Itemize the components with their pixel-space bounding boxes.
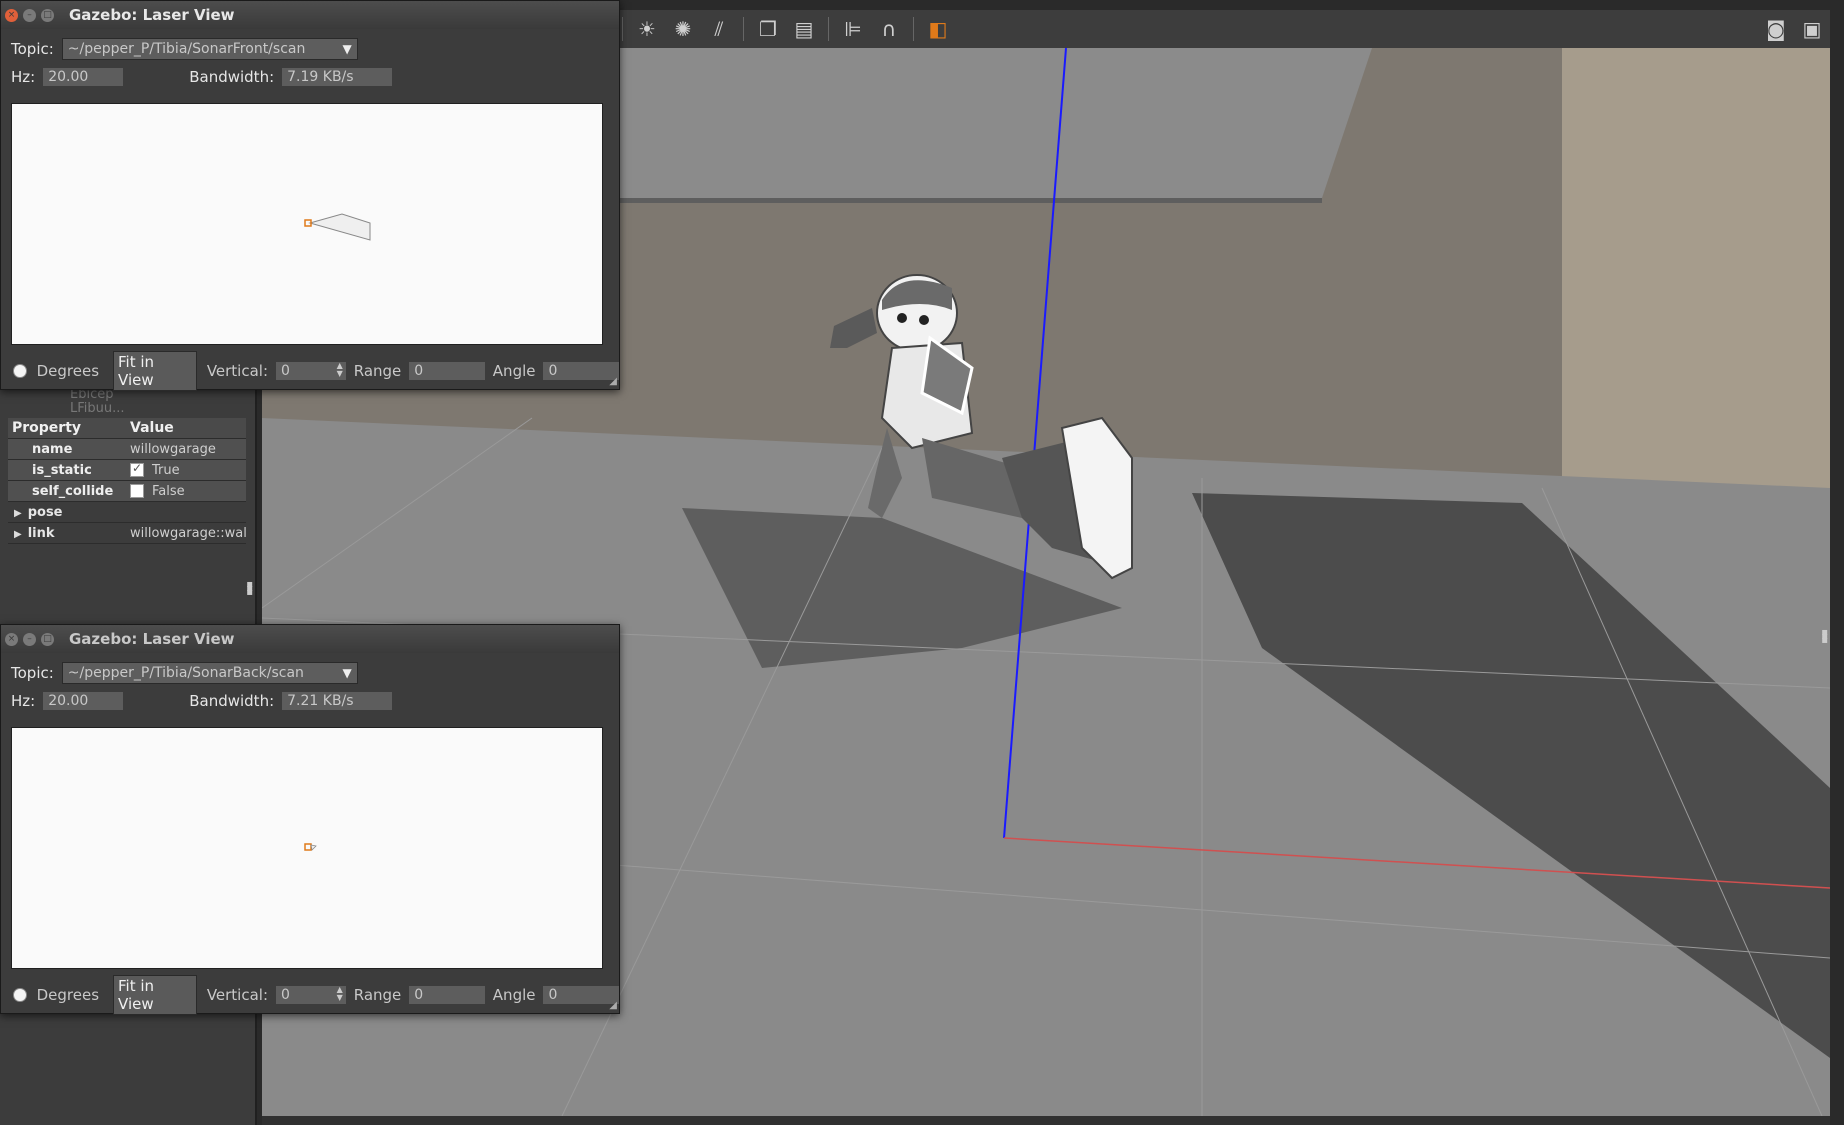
vertical-label: Vertical: bbox=[206, 986, 269, 1004]
dialog-title: Gazebo: Laser View bbox=[69, 6, 235, 24]
resize-grip-icon[interactable]: ◢ bbox=[609, 1000, 617, 1011]
spotlight-icon[interactable]: ✺ bbox=[672, 17, 694, 41]
hz-field: 20.00 bbox=[43, 68, 124, 86]
laser-canvas[interactable] bbox=[11, 103, 603, 345]
topic-label: Topic: bbox=[11, 40, 54, 58]
laser-canvas[interactable] bbox=[11, 727, 603, 969]
fit-in-view-button[interactable]: Fit in View bbox=[113, 975, 197, 1015]
sun-icon[interactable]: ☀ bbox=[636, 17, 658, 41]
expand-arrow-icon[interactable]: ▶ bbox=[14, 508, 22, 519]
topic-label: Topic: bbox=[11, 664, 54, 682]
degrees-radio[interactable] bbox=[13, 988, 27, 1002]
obscured-tree-text: Ebicep LFibuu... bbox=[70, 387, 125, 416]
range-field: 0 bbox=[409, 362, 485, 380]
self-collide-checkbox[interactable] bbox=[130, 484, 144, 498]
laser-view-dialog-front: × – □ Gazebo: Laser View Topic: ~/pepper… bbox=[0, 0, 620, 391]
degrees-label: Degrees bbox=[36, 362, 100, 380]
hz-label: Hz: bbox=[11, 68, 36, 86]
property-table: Property Value name willowgarage is_stat… bbox=[8, 418, 246, 544]
property-row-pose[interactable]: ▶ pose bbox=[8, 502, 246, 523]
copy-icon[interactable]: ❐ bbox=[757, 17, 779, 41]
expand-arrow-icon[interactable]: ▶ bbox=[14, 529, 22, 540]
property-row-is-static[interactable]: is_static True bbox=[8, 460, 246, 481]
minimize-icon[interactable]: – bbox=[23, 632, 36, 646]
bandwidth-field: 7.21 KB/s bbox=[282, 692, 393, 710]
range-field: 0 bbox=[409, 986, 485, 1004]
dialog-title: Gazebo: Laser View bbox=[69, 630, 235, 648]
laser-controls: Degrees Fit in View Vertical: 0 ▲ ▼ Range … bbox=[13, 975, 619, 1015]
property-value[interactable]: willowgarage bbox=[126, 442, 246, 457]
paste-icon[interactable]: ▤ bbox=[793, 17, 815, 41]
angle-label: Angle bbox=[492, 362, 536, 380]
resize-grip-icon[interactable]: ◢ bbox=[609, 376, 617, 387]
topic-select[interactable]: ~/pepper_P/Tibia/SonarBack/scan ▼ bbox=[61, 662, 358, 684]
topic-value: ~/pepper_P/Tibia/SonarBack/scan bbox=[67, 665, 304, 681]
property-value: willowgarage::walls bbox=[130, 525, 246, 541]
directional-light-icon[interactable]: ⫽ bbox=[708, 17, 730, 41]
dialog-titlebar[interactable]: × – □ Gazebo: Laser View bbox=[1, 625, 619, 653]
angle-field: 0 bbox=[543, 362, 619, 380]
property-key: self_collide bbox=[32, 483, 114, 499]
bandwidth-field: 7.19 KB/s bbox=[282, 68, 393, 86]
angle-field: 0 bbox=[543, 986, 619, 1004]
sensor-marker-icon bbox=[304, 843, 312, 851]
angle-label: Angle bbox=[492, 986, 536, 1004]
bandwidth-label: Bandwidth: bbox=[189, 68, 275, 86]
property-row-name[interactable]: name willowgarage bbox=[8, 439, 246, 460]
maximize-icon[interactable]: □ bbox=[41, 632, 54, 646]
maximize-icon[interactable]: □ bbox=[41, 8, 54, 22]
property-table-header: Property Value bbox=[8, 418, 246, 439]
is-static-checkbox[interactable] bbox=[130, 463, 144, 477]
chevron-down-icon: ▼ bbox=[342, 666, 352, 680]
vertical-spinbox[interactable]: 0 ▲ ▼ bbox=[276, 986, 346, 1004]
property-row-self-collide[interactable]: self_collide False bbox=[8, 481, 246, 502]
range-label: Range bbox=[353, 986, 402, 1004]
view-angle-icon[interactable]: ◧ bbox=[927, 17, 949, 41]
laser-scan-plot bbox=[304, 213, 371, 241]
value-column-header: Value bbox=[130, 420, 174, 436]
hz-label: Hz: bbox=[11, 692, 36, 710]
topic-select[interactable]: ~/pepper_P/Tibia/SonarFront/scan ▼ bbox=[61, 38, 358, 60]
laser-view-dialog-back: × – □ Gazebo: Laser View Topic: ~/pepper… bbox=[0, 624, 620, 1015]
dialog-titlebar[interactable]: × – □ Gazebo: Laser View bbox=[1, 1, 619, 29]
align-icon[interactable]: ⊫ bbox=[842, 17, 864, 41]
close-icon[interactable]: × bbox=[5, 632, 18, 646]
hz-field: 20.00 bbox=[43, 692, 124, 710]
stats-row: Hz: 20.00 Bandwidth: 7.19 KB/s bbox=[1, 63, 619, 91]
laser-controls: Degrees Fit in View Vertical: 0 ▲ ▼ Range … bbox=[13, 351, 619, 391]
topic-value: ~/pepper_P/Tibia/SonarFront/scan bbox=[67, 41, 306, 57]
range-label: Range bbox=[353, 362, 402, 380]
log-icon[interactable]: ▣ bbox=[1801, 17, 1823, 41]
close-icon[interactable]: × bbox=[5, 8, 18, 22]
panel-splitter-handle[interactable]: ▪ ▪ ▪ bbox=[1821, 628, 1828, 646]
property-value: True bbox=[152, 462, 180, 478]
panel-splitter-handle[interactable]: ▪ ▪ ▪ bbox=[246, 580, 253, 598]
snap-magnet-icon[interactable]: ∩ bbox=[878, 17, 900, 41]
minimize-icon[interactable]: – bbox=[23, 8, 36, 22]
property-key: pose bbox=[27, 504, 63, 520]
camera-icon[interactable]: ◙ bbox=[1765, 17, 1787, 41]
property-row-link[interactable]: ▶ link willowgarage::walls bbox=[8, 523, 246, 544]
chevron-down-icon: ▼ bbox=[342, 42, 352, 56]
property-key: is_static bbox=[32, 462, 92, 478]
degrees-radio[interactable] bbox=[13, 364, 27, 378]
degrees-label: Degrees bbox=[36, 986, 100, 1004]
property-column-header: Property bbox=[12, 420, 82, 436]
stats-row: Hz: 20.00 Bandwidth: 7.21 KB/s bbox=[1, 687, 619, 715]
property-key: link bbox=[27, 525, 55, 541]
scene-toolbar: ▮ ☀ ✺ ⫽ ❐ ▤ ⊫ ∩ ◧ ◙ ▣ bbox=[580, 10, 1830, 49]
topic-row: Topic: ~/pepper_P/Tibia/SonarFront/scan … bbox=[1, 35, 619, 63]
property-key: name bbox=[32, 441, 73, 457]
vertical-spinbox[interactable]: 0 ▲ ▼ bbox=[276, 362, 346, 380]
bandwidth-label: Bandwidth: bbox=[189, 692, 275, 710]
property-value: False bbox=[152, 483, 185, 499]
topic-row: Topic: ~/pepper_P/Tibia/SonarBack/scan ▼ bbox=[1, 659, 619, 687]
fit-in-view-button[interactable]: Fit in View bbox=[113, 351, 197, 391]
vertical-label: Vertical: bbox=[206, 362, 269, 380]
bottom-status-bar bbox=[262, 1116, 1830, 1125]
laser-scan-plot bbox=[304, 843, 317, 851]
